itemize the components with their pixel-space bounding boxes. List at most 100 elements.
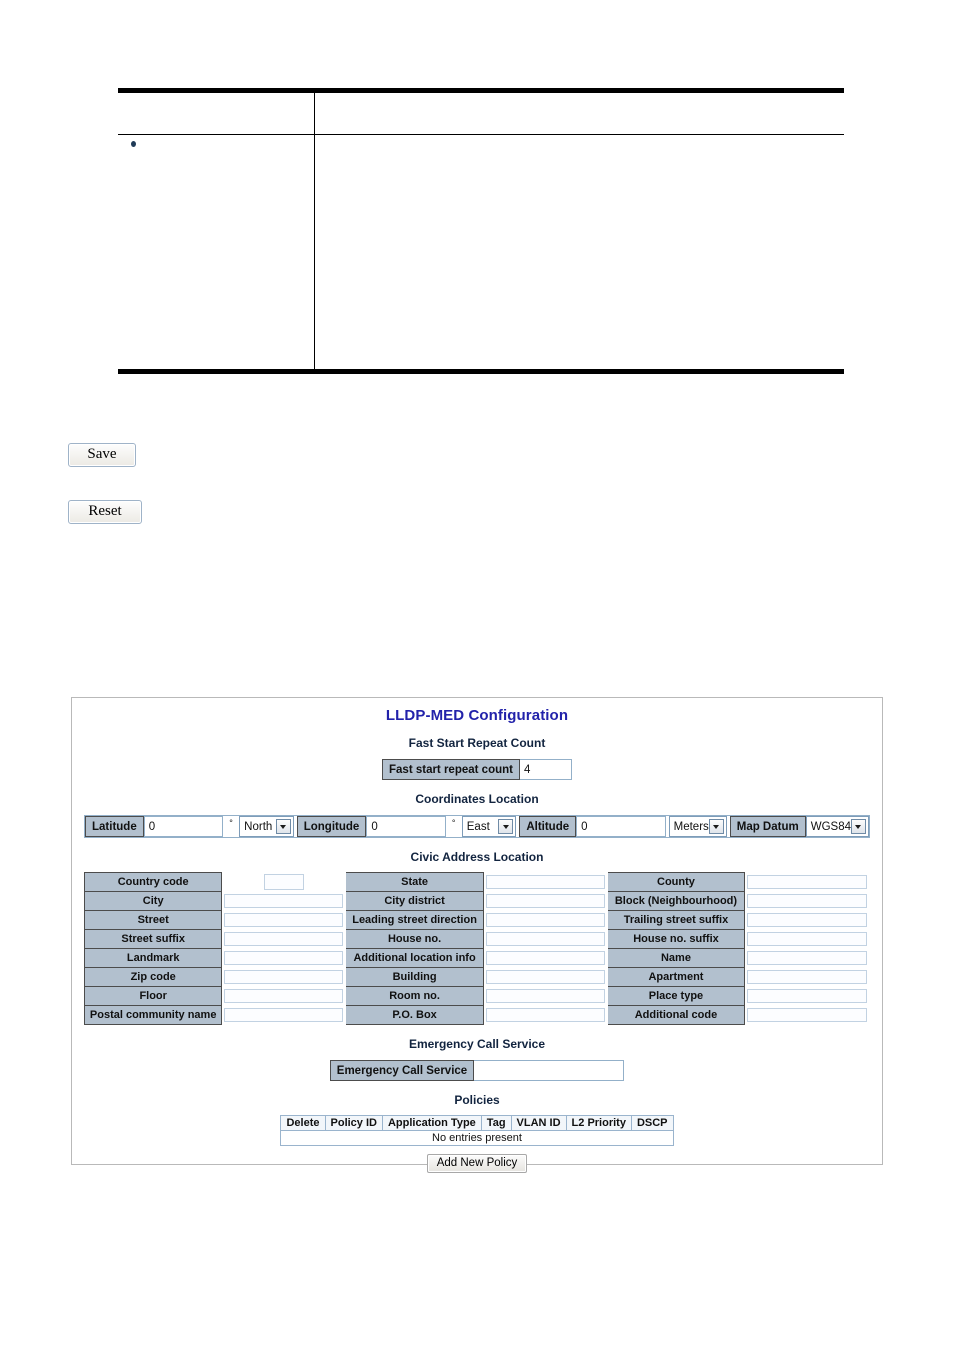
civic-input-cell[interactable]: [221, 929, 347, 949]
civic-label-cell: Additional location info: [345, 948, 484, 968]
civic-input-cell[interactable]: [221, 986, 347, 1006]
civic-label-cell: Landmark: [83, 948, 223, 968]
policies-table: Delete Policy ID Application Type Tag VLAN I…: [280, 1115, 674, 1146]
civic-input-cell[interactable]: [744, 891, 870, 911]
latitude-direction-select[interactable]: North: [239, 816, 294, 837]
civic-label-cell: Additional code: [606, 1005, 746, 1025]
civic-input-cell[interactable]: [744, 1005, 870, 1025]
civic-input-cell[interactable]: [221, 872, 347, 892]
section-heading-coordinates: Coordinates Location: [415, 792, 539, 806]
map-datum-select[interactable]: WGS84: [805, 816, 869, 837]
civic-input-cell[interactable]: [482, 891, 608, 911]
civic-text-input[interactable]: [485, 913, 605, 927]
civic-label-cell: Building: [345, 967, 484, 987]
civic-label-cell: Name: [606, 948, 746, 968]
civic-text-input[interactable]: [747, 1008, 867, 1022]
civic-text-input[interactable]: [263, 874, 304, 890]
altitude-label: Altitude: [519, 816, 577, 837]
civic-input-cell[interactable]: [482, 929, 608, 949]
civic-input-cell[interactable]: [221, 910, 347, 930]
civic-text-input[interactable]: [485, 1008, 605, 1022]
civic-text-input[interactable]: [224, 932, 344, 946]
civic-input-cell[interactable]: [221, 1005, 347, 1025]
longitude-direction-select[interactable]: East: [461, 816, 517, 837]
table-column-divider: [314, 93, 315, 369]
altitude-unit-select[interactable]: Meters: [668, 816, 727, 837]
civic-label-cell: House no. suffix: [606, 929, 746, 949]
chevron-down-icon[interactable]: [275, 819, 291, 834]
civic-text-input[interactable]: [485, 875, 605, 889]
civic-input-cell[interactable]: [744, 948, 870, 968]
civic-input-cell[interactable]: [744, 872, 870, 892]
civic-input-cell[interactable]: [744, 967, 870, 987]
civic-input-cell[interactable]: [221, 967, 347, 987]
civic-text-input[interactable]: [747, 913, 867, 927]
civic-input-cell[interactable]: [221, 948, 347, 968]
table-row: City City district Block (Neighbourhood): [83, 891, 870, 911]
civic-text-input[interactable]: [224, 989, 344, 1003]
longitude-degree-symbol: °: [451, 818, 456, 828]
civic-input-cell[interactable]: [221, 891, 347, 911]
civic-input-cell[interactable]: [482, 872, 608, 892]
civic-text-input[interactable]: [747, 951, 867, 965]
longitude-input[interactable]: 0: [366, 816, 446, 837]
latitude-input[interactable]: 0: [143, 816, 223, 837]
civic-text-input[interactable]: [485, 989, 605, 1003]
civic-label-cell: House no.: [345, 929, 484, 949]
civic-input-cell[interactable]: [482, 986, 608, 1006]
map-datum-value: WGS84: [810, 820, 851, 833]
policies-column-header: Tag: [480, 1115, 512, 1131]
civic-input-cell[interactable]: [744, 910, 870, 930]
coordinates-location-row: Latitude 0 ° North Longitude 0 ° East Al…: [84, 815, 870, 838]
civic-text-input[interactable]: [485, 894, 605, 908]
civic-text-input[interactable]: [224, 951, 344, 965]
civic-input-cell[interactable]: [482, 1005, 608, 1025]
civic-text-input[interactable]: [224, 913, 344, 927]
add-new-policy-button[interactable]: Add New Policy: [426, 1154, 528, 1173]
civic-input-cell[interactable]: [482, 948, 608, 968]
civic-text-input[interactable]: [485, 932, 605, 946]
civic-label-cell: State: [345, 872, 484, 892]
civic-label-cell: Country code: [83, 872, 223, 892]
altitude-input[interactable]: 0: [576, 816, 666, 837]
civic-label-cell: Zip code: [83, 967, 223, 987]
map-datum-label: Map Datum: [729, 816, 806, 837]
bullet-marker: [131, 141, 136, 147]
emergency-call-service-input[interactable]: [474, 1060, 625, 1081]
policies-column-header: Policy ID: [324, 1115, 383, 1131]
civic-text-input[interactable]: [747, 894, 867, 908]
civic-label-cell: Block (Neighbourhood): [606, 891, 746, 911]
fast-start-repeat-count-input[interactable]: 4: [519, 759, 572, 780]
table-row: Street suffix House no. House no. suffix: [83, 929, 870, 949]
civic-text-input[interactable]: [747, 875, 867, 889]
reset-button[interactable]: Reset: [68, 500, 142, 524]
policies-column-header: L2 Priority: [565, 1115, 632, 1131]
civic-text-input[interactable]: [224, 894, 344, 908]
chevron-down-icon[interactable]: [498, 819, 514, 834]
table-row: Street Leading street direction Trailing s…: [83, 910, 870, 930]
fast-start-repeat-count-label: Fast start repeat count: [382, 759, 520, 780]
civic-label-cell: Postal community name: [83, 1005, 223, 1025]
chevron-down-icon[interactable]: [850, 819, 866, 834]
latitude-label: Latitude: [85, 816, 144, 837]
table-header-rule: [118, 134, 844, 135]
civic-input-cell[interactable]: [744, 986, 870, 1006]
civic-text-input[interactable]: [224, 970, 344, 984]
section-heading-emergency-call-service: Emergency Call Service: [408, 1037, 546, 1051]
save-button[interactable]: Save: [68, 443, 136, 467]
civic-text-input[interactable]: [747, 932, 867, 946]
policies-column-header: VLAN ID: [510, 1115, 567, 1131]
chevron-down-icon[interactable]: [708, 819, 724, 834]
civic-input-cell[interactable]: [482, 910, 608, 930]
civic-text-input[interactable]: [485, 951, 605, 965]
civic-text-input[interactable]: [485, 970, 605, 984]
civic-input-cell[interactable]: [744, 929, 870, 949]
civic-text-input[interactable]: [224, 1008, 344, 1022]
policies-column-header: DSCP: [630, 1115, 674, 1131]
civic-text-input[interactable]: [747, 989, 867, 1003]
civic-input-cell[interactable]: [482, 967, 608, 987]
longitude-label: Longitude: [296, 816, 367, 837]
civic-text-input[interactable]: [747, 970, 867, 984]
civic-label-cell: Leading street direction: [345, 910, 484, 930]
civic-label-cell: City district: [345, 891, 484, 911]
